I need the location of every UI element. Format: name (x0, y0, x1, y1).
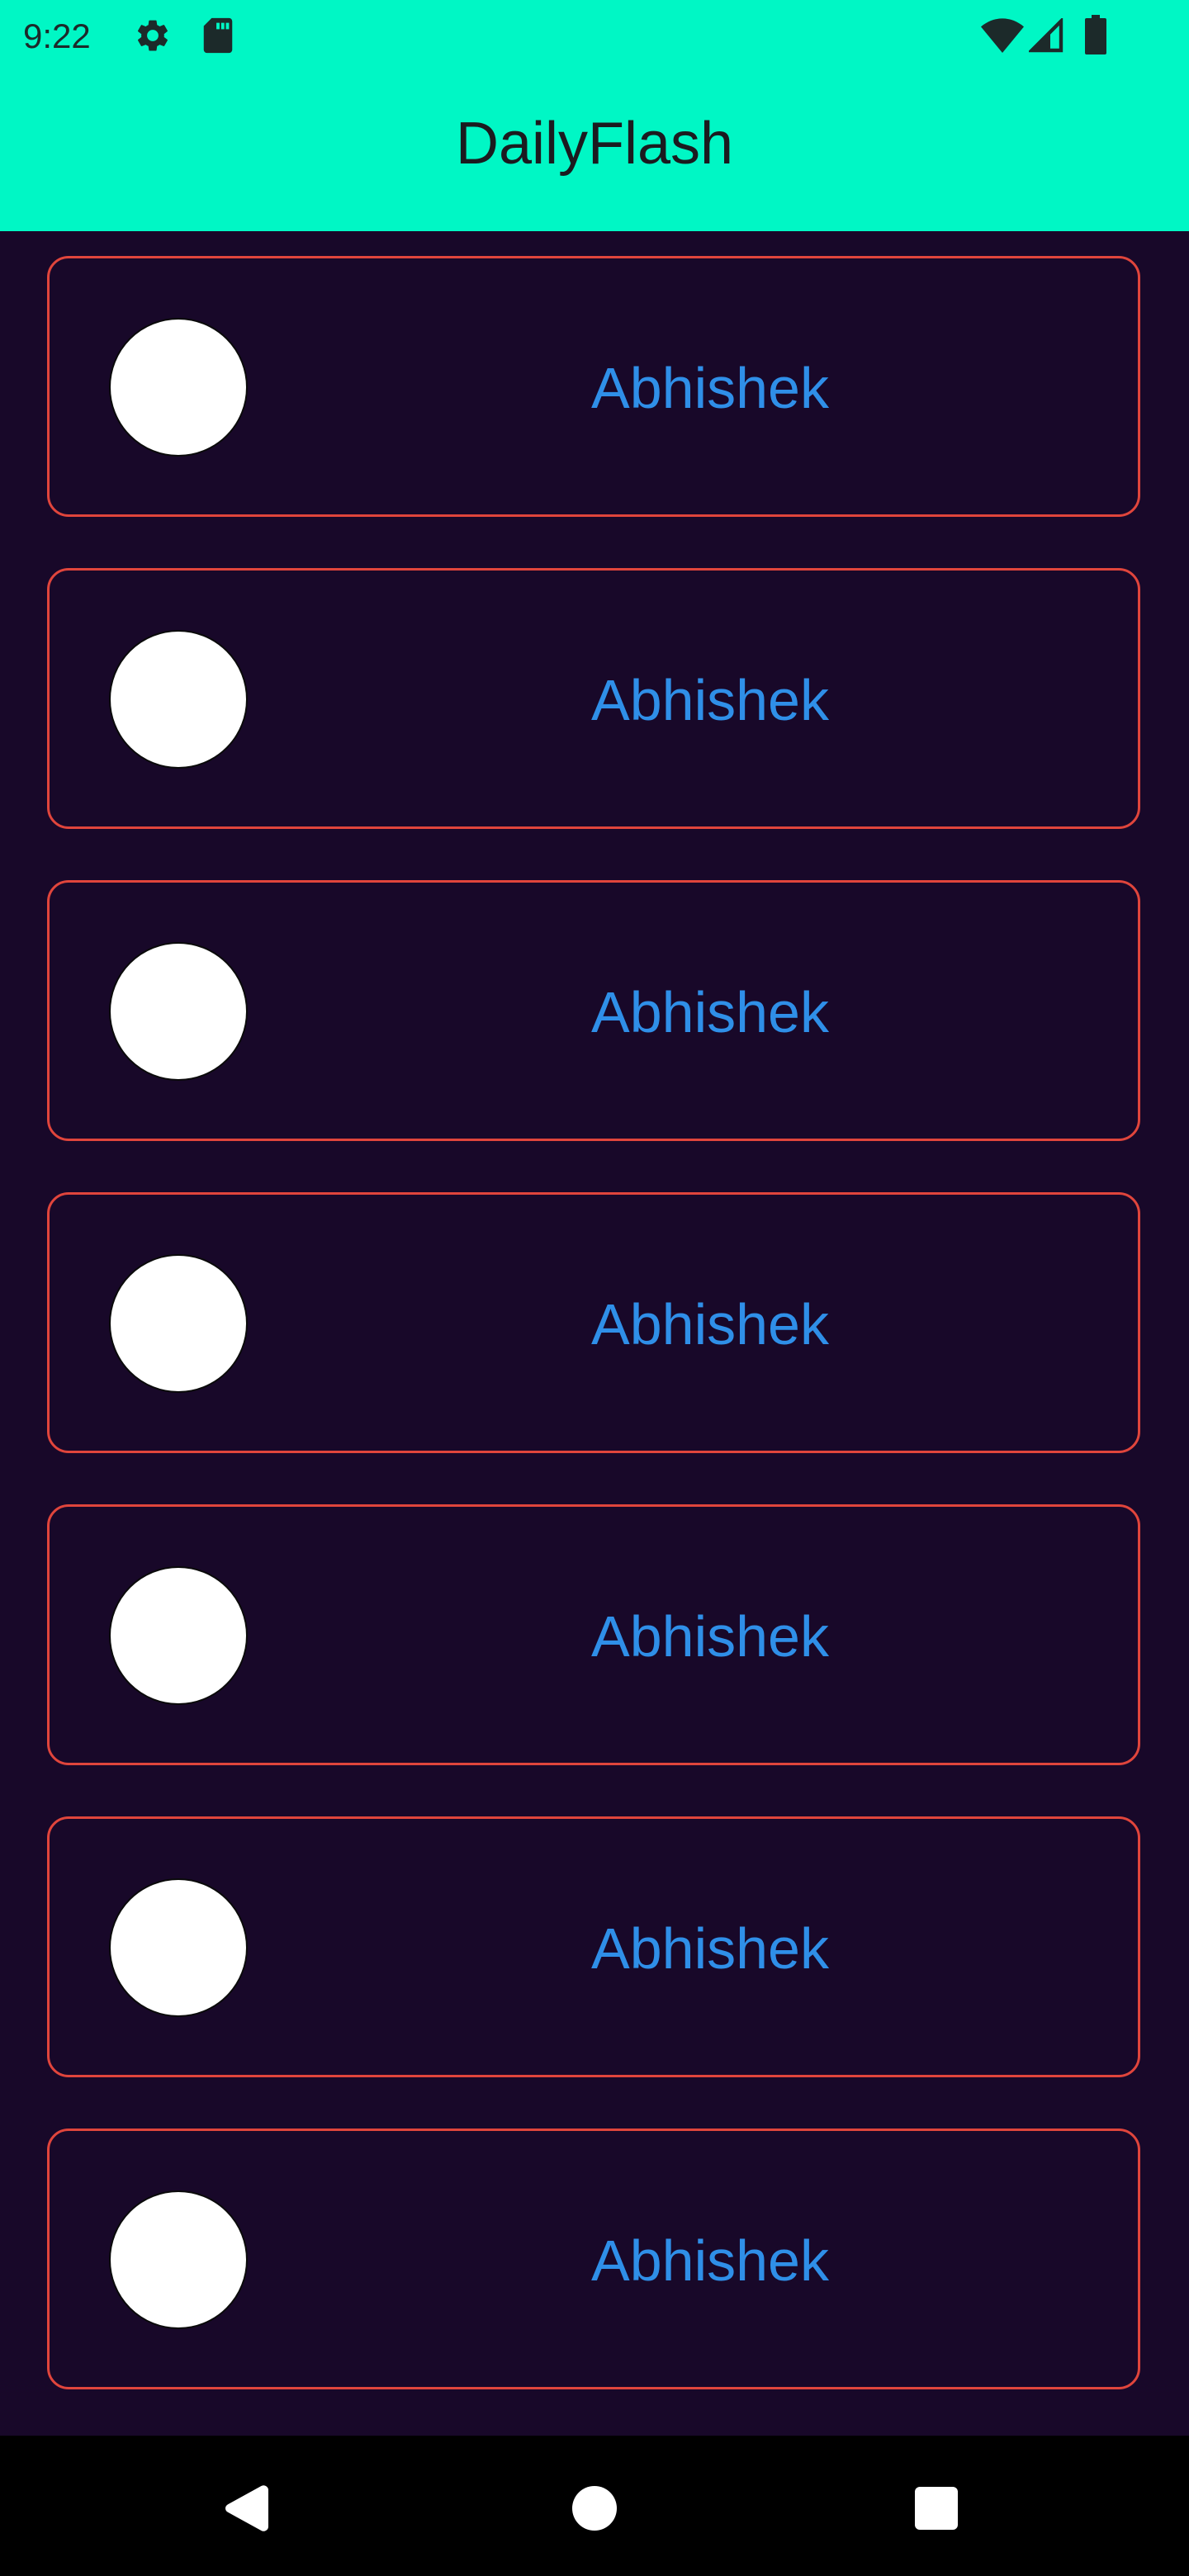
status-time: 9:22 (23, 17, 91, 55)
list-item-name: Abhishek (591, 1292, 829, 1357)
list-item-name: Abhishek (591, 2228, 829, 2293)
home-icon[interactable] (571, 2485, 618, 2531)
recents-icon[interactable] (915, 2487, 958, 2530)
battery-icon (1085, 15, 1106, 54)
list-item-name: Abhishek (591, 356, 829, 420)
status-bar: 9:22 (0, 0, 1189, 69)
avatar (109, 1566, 248, 1705)
back-icon[interactable] (225, 2484, 269, 2533)
avatar (109, 1878, 248, 2017)
list-item[interactable]: Abhishek (47, 1192, 1140, 1453)
app-title: DailyFlash (455, 111, 734, 177)
list-item-name: Abhishek (591, 1916, 829, 1981)
settings-icon (137, 20, 168, 51)
sd-card-icon (203, 17, 233, 54)
wifi-icon (981, 18, 1024, 53)
avatar (109, 942, 248, 1081)
app-bar: DailyFlash (0, 69, 1189, 231)
list-item[interactable]: Abhishek (47, 256, 1140, 517)
list-item[interactable]: Abhishek (47, 568, 1140, 829)
system-nav-bar (0, 2436, 1189, 2576)
app-screen: 9:22 DailyFlash Abhishek Abhishek Abhish… (0, 0, 1189, 2576)
user-list[interactable]: Abhishek Abhishek Abhishek Abhishek Abhi… (0, 231, 1189, 2436)
list-item-name: Abhishek (591, 668, 829, 732)
list-item-name: Abhishek (591, 1604, 829, 1669)
list-item[interactable]: Abhishek (47, 880, 1140, 1141)
avatar (109, 318, 248, 457)
list-item[interactable]: Abhishek (47, 1504, 1140, 1765)
avatar (109, 630, 248, 769)
list-item-name: Abhishek (591, 980, 829, 1044)
avatar (109, 1254, 248, 1393)
signal-icon (1029, 18, 1063, 53)
avatar (109, 2190, 248, 2329)
list-item[interactable]: Abhishek (47, 2129, 1140, 2389)
list-item[interactable]: Abhishek (47, 1816, 1140, 2077)
header-background: 9:22 DailyFlash (0, 0, 1189, 231)
